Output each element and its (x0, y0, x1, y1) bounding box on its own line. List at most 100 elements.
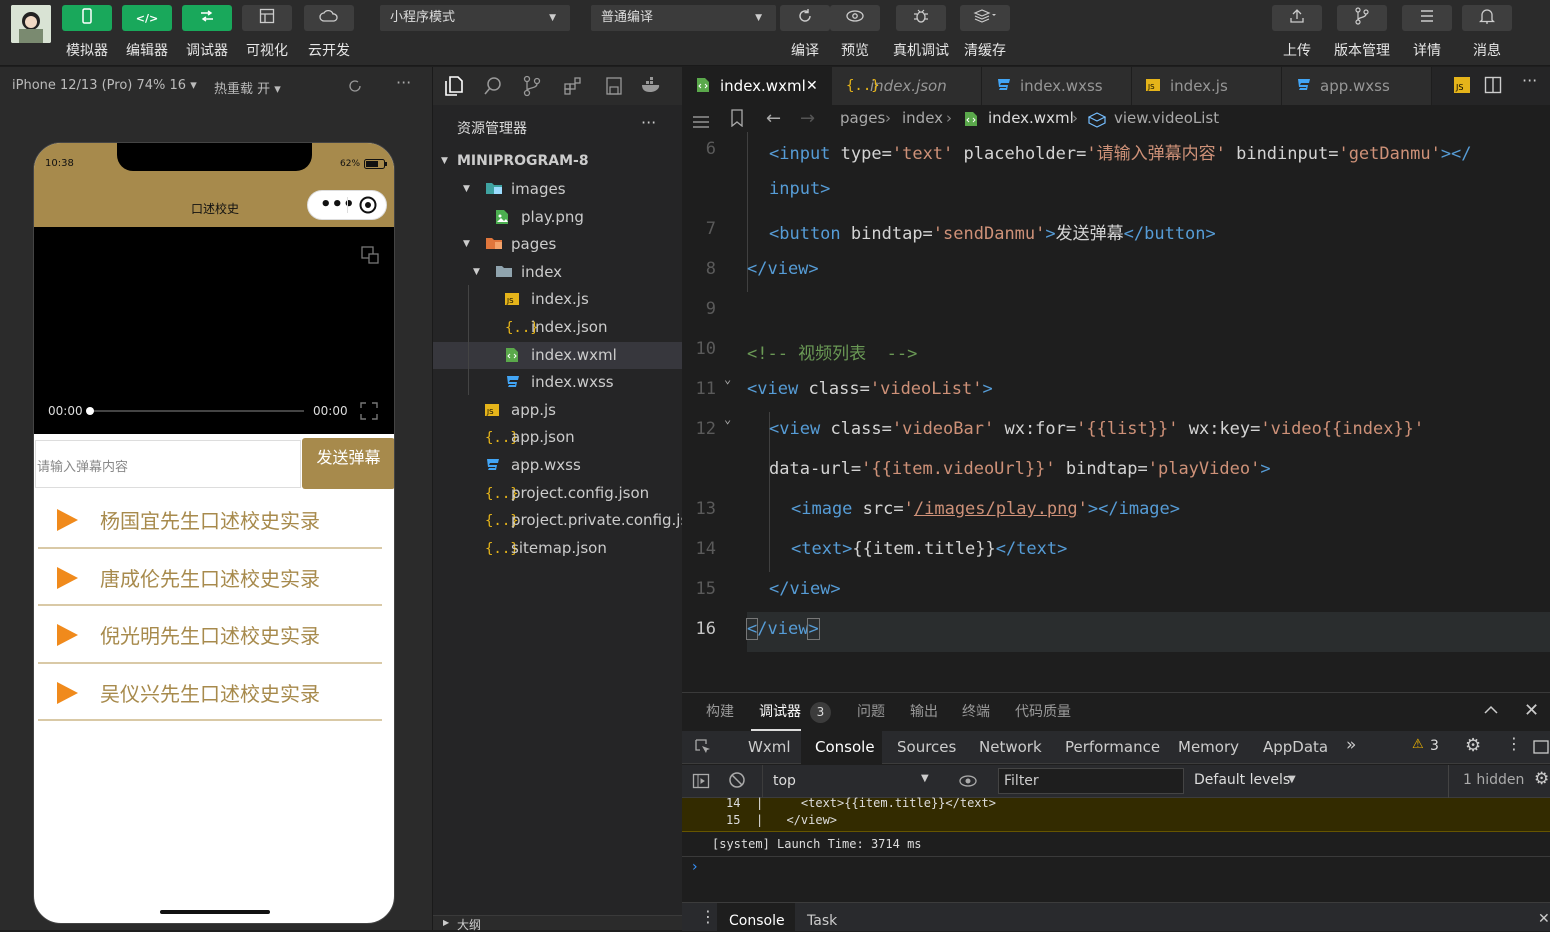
source-control-icon[interactable] (523, 75, 541, 101)
panel-tab[interactable]: 代码质量 (1015, 693, 1071, 731)
context-select[interactable]: top ▼ (762, 765, 940, 798)
breadcrumb-symbol[interactable]: view.videoList (1114, 105, 1219, 132)
warning-count[interactable]: 3 (1430, 738, 1439, 754)
tree-file[interactable]: JS app.js (433, 397, 683, 424)
clear-console-icon[interactable] (728, 771, 746, 793)
tree-folder[interactable]: ▼ pages (433, 231, 683, 258)
more-tabs-icon[interactable]: » (1346, 735, 1356, 755)
capsule-close-icon[interactable] (359, 196, 377, 218)
dock-icon[interactable] (1532, 738, 1550, 760)
tree-file[interactable]: play.png (433, 204, 683, 231)
editor-toggle-button[interactable]: </> (122, 5, 172, 31)
video-list-item[interactable]: 吴仪兴先生口述校史实录 (38, 664, 382, 721)
editor-tab[interactable]: app.wxss (1282, 67, 1432, 105)
split-editor-icon[interactable] (1484, 76, 1502, 98)
preview-button[interactable] (830, 5, 880, 31)
drawer-tab-console[interactable]: Console (729, 913, 785, 929)
mode-select[interactable]: 小程序模式 ▼ (380, 5, 570, 31)
messages-button[interactable] (1462, 5, 1512, 31)
forward-arrow-icon[interactable]: → (800, 105, 815, 132)
breadcrumb-index[interactable]: index (902, 105, 943, 132)
video-list-item[interactable]: 唐成伦先生口述校史实录 (38, 549, 382, 606)
docker-icon[interactable] (641, 76, 663, 98)
tree-file[interactable]: {..} project.private.config.js... (433, 507, 703, 534)
editor-tab[interactable]: index.wxml ✕ (682, 67, 832, 105)
editor-tab[interactable]: index.wxss (982, 67, 1132, 105)
console-prompt-icon[interactable]: › (692, 859, 698, 875)
visual-toggle-button[interactable] (242, 5, 292, 31)
video-progress-handle[interactable] (86, 407, 94, 415)
device-select[interactable]: iPhone 12/13 (Pro) 74% 16 ▾ (12, 78, 197, 93)
tree-file[interactable]: app.wxss (433, 452, 683, 479)
upload-button[interactable] (1272, 5, 1322, 31)
send-danmu-button[interactable]: 发送弹幕 (302, 438, 394, 489)
maximize-panel-icon[interactable] (1484, 703, 1498, 719)
files-icon[interactable] (443, 75, 465, 101)
devtools-tab[interactable]: Performance (1065, 738, 1160, 756)
js-file-icon[interactable]: JS (1454, 77, 1470, 97)
drawer-tab-task[interactable]: Task (807, 913, 837, 929)
tree-file[interactable]: index.wxss (433, 369, 683, 396)
video-list-item[interactable]: 杨国宜先生口述校史实录 (38, 491, 382, 549)
tree-folder[interactable]: ▼ images (433, 176, 683, 203)
panel-tab[interactable]: 问题 (857, 693, 885, 731)
details-button[interactable] (1402, 5, 1452, 31)
drawer-close-icon[interactable]: ✕ (1538, 911, 1550, 927)
panel-tab[interactable]: 构建 (706, 693, 734, 731)
tree-file[interactable]: {..} app.json (433, 424, 683, 451)
clear-cache-button[interactable] (960, 5, 1010, 31)
debugger-toggle-button[interactable] (182, 5, 232, 31)
video-progress-track[interactable] (89, 410, 304, 412)
outline-section[interactable]: ▶ 大纲 (433, 915, 683, 931)
compile-button[interactable] (780, 5, 830, 31)
panel-tab[interactable]: 终端 (962, 693, 990, 731)
close-tab-icon[interactable]: ✕ (806, 67, 818, 105)
tree-file[interactable]: {..} project.config.json (433, 480, 683, 507)
tree-file[interactable]: {..} sitemap.json (433, 535, 683, 562)
capsule-more-icon[interactable]: ••• (320, 193, 355, 217)
editor-more-icon[interactable]: ··· (1522, 71, 1537, 90)
pip-icon[interactable] (360, 245, 380, 269)
fold-chevron-icon[interactable]: ⌄ (724, 372, 731, 386)
tree-file[interactable]: index.wxml (433, 341, 683, 369)
sidebar-toggle-icon[interactable] (692, 772, 710, 794)
back-arrow-icon[interactable]: ← (766, 105, 781, 132)
compile-select[interactable]: 普通编译 ▼ (591, 5, 776, 31)
devtools-tab[interactable]: Console (815, 738, 875, 756)
close-panel-icon[interactable]: ✕ (1524, 700, 1539, 721)
log-levels-select[interactable]: Default levels (1194, 772, 1290, 788)
kebab-menu-icon[interactable]: ⋮ (1506, 734, 1522, 753)
more-icon[interactable]: ··· (396, 73, 411, 92)
hidden-count[interactable]: 1 hidden (1463, 772, 1524, 788)
user-avatar[interactable] (11, 5, 51, 43)
devtools-tab[interactable]: Sources (897, 738, 956, 756)
video-list-item[interactable]: 倪光明先生口述校史实录 (38, 606, 382, 664)
editor-tab[interactable]: {..} index.json (832, 67, 982, 105)
cloud-button[interactable] (304, 5, 354, 31)
eye-icon[interactable] (958, 774, 978, 792)
save-icon[interactable] (605, 76, 623, 100)
code-editor[interactable]: 6 7 8 9 10 11 12 13 14 15 16 ⌄ ⌄ <input type='text… (682, 132, 1550, 692)
breadcrumb-file[interactable]: index.wxml (988, 105, 1074, 132)
filter-input[interactable]: Filter (998, 768, 1184, 794)
simulator-toggle-button[interactable] (62, 5, 112, 31)
fullscreen-icon[interactable] (360, 402, 378, 424)
tree-folder[interactable]: ▼ index (433, 259, 683, 286)
tree-file[interactable]: {..} index.json (433, 314, 683, 341)
search-icon[interactable] (483, 76, 503, 100)
breadcrumb-pages[interactable]: pages (840, 105, 885, 132)
video-player[interactable]: 00:00 00:00 (34, 227, 394, 434)
danmu-input[interactable]: 请输入弹幕内容 (35, 440, 301, 488)
editor-tab[interactable]: JS index.js (1132, 67, 1282, 105)
devtools-tab[interactable]: Memory (1178, 738, 1239, 756)
tree-root[interactable]: ▼ MINIPROGRAM-8 (433, 148, 683, 175)
fold-chevron-icon[interactable]: ⌄ (724, 412, 731, 426)
rotate-icon[interactable] (346, 77, 364, 99)
version-control-button[interactable] (1337, 5, 1387, 31)
explorer-more-icon[interactable]: ··· (641, 113, 656, 132)
remote-debug-button[interactable] (896, 5, 946, 31)
tree-file[interactable]: JS index.js (433, 286, 683, 313)
panel-tab[interactable]: 输出 (910, 693, 938, 731)
drawer-menu-icon[interactable]: ⋮ (700, 907, 716, 926)
console-settings-icon[interactable]: ⚙ (1534, 769, 1549, 789)
